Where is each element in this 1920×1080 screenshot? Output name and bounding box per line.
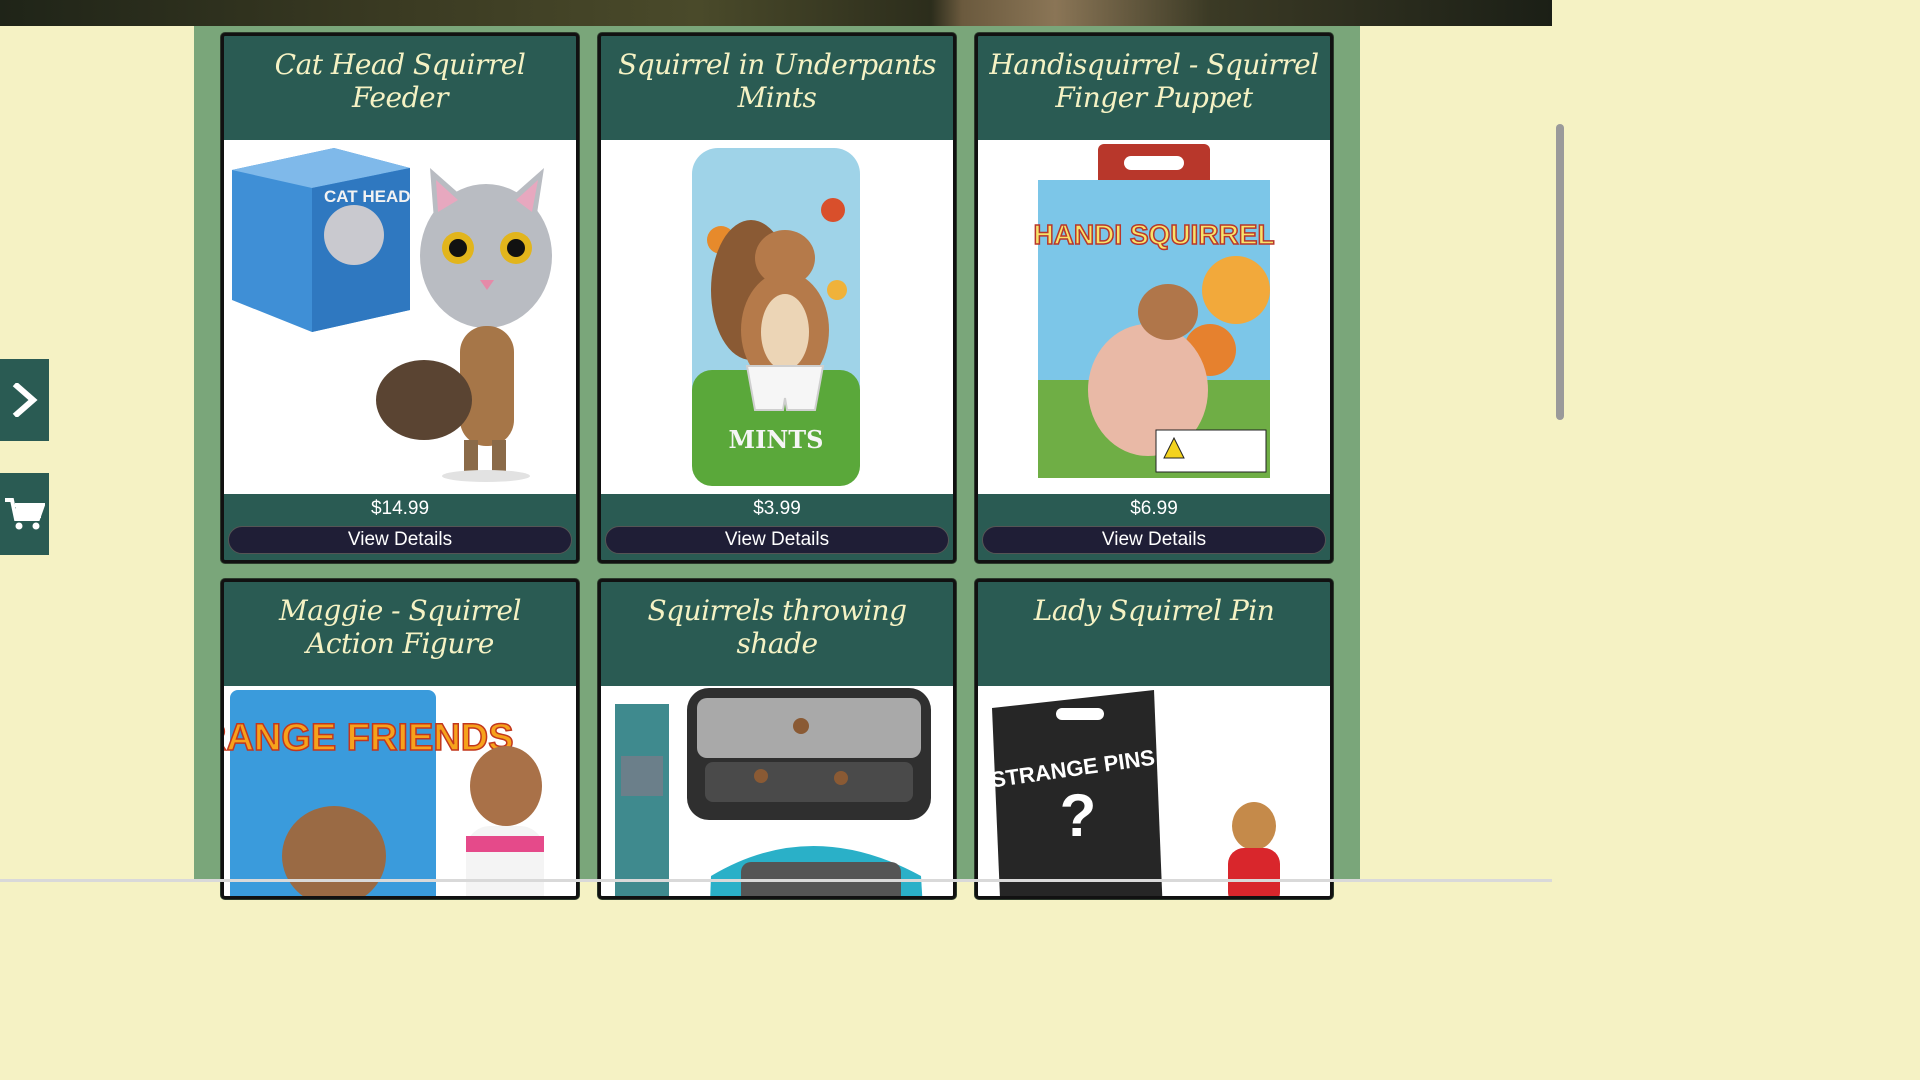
product-price: $3.99 <box>753 498 801 519</box>
handi-squirrel-box-image: HANDI SQUIRREL <box>1033 144 1275 478</box>
view-details-button[interactable]: View Details <box>228 526 572 554</box>
product-card: Cat Head Squirrel Feeder CAT HEAD $14.99… <box>221 33 579 563</box>
squirrel-mints-image: MINTS <box>692 148 860 486</box>
hero-banner-strip <box>0 0 1552 26</box>
cat-head-feeder-image: CAT HEAD <box>232 148 552 482</box>
view-details-button[interactable]: View Details <box>982 526 1326 554</box>
product-card: Lady Squirrel Pin STRANGE PINS ? <box>975 579 1333 899</box>
product-price: $6.99 <box>1130 498 1178 519</box>
product-title: Handisquirrel - Squirrel Finger Puppet <box>989 48 1319 114</box>
bottom-divider <box>0 879 1552 882</box>
strange-friends-image: STRANGE FRIENDS <box>224 690 544 896</box>
shopping-cart-icon <box>4 498 45 530</box>
product-card: Handisquirrel - Squirrel Finger Puppet H… <box>975 33 1333 563</box>
product-title: Squirrels throwing shade <box>647 594 907 660</box>
product-card: Squirrel in Underpants Mints MINTS $3.99… <box>598 33 956 563</box>
squirrel-car-shade-image <box>615 688 931 896</box>
expand-sidebar-button[interactable] <box>0 359 49 441</box>
box-label: HANDI SQUIRREL <box>1033 219 1274 250</box>
cart-button[interactable] <box>0 473 49 555</box>
tin-label: MINTS <box>729 425 824 454</box>
scrollbar-thumb[interactable] <box>1556 124 1564 420</box>
product-image[interactable]: STRANGE PINS ? <box>978 686 1330 896</box>
product-title: Cat Head Squirrel Feeder <box>274 48 526 114</box>
product-grid: Cat Head Squirrel Feeder CAT HEAD $14.99… <box>194 26 1360 899</box>
product-price: $14.99 <box>370 498 430 519</box>
strange-pins-image: STRANGE PINS ? <box>990 690 1280 896</box>
question-mark-glyph: ? <box>1060 782 1097 849</box>
box-label: CAT HEAD <box>324 187 411 206</box>
product-image[interactable]: HANDI SQUIRREL <box>978 140 1330 494</box>
product-title: Squirrel in Underpants Mints <box>618 48 936 114</box>
product-image[interactable]: MINTS <box>601 140 953 494</box>
product-image[interactable]: STRANGE FRIENDS <box>224 686 576 896</box>
product-image[interactable] <box>601 686 953 896</box>
product-card: Squirrels throwing shade <box>598 579 956 899</box>
chevron-right-icon <box>12 383 38 417</box>
view-details-button[interactable]: View Details <box>605 526 949 554</box>
product-image[interactable]: CAT HEAD <box>224 140 576 494</box>
product-card: Maggie - Squirrel Action Figure STRANGE … <box>221 579 579 899</box>
page-scrollbar[interactable] <box>1552 0 1568 882</box>
package-label: STRANGE FRIENDS <box>224 717 514 759</box>
product-title: Maggie - Squirrel Action Figure <box>279 594 521 660</box>
product-title: Lady Squirrel Pin <box>1033 594 1275 627</box>
